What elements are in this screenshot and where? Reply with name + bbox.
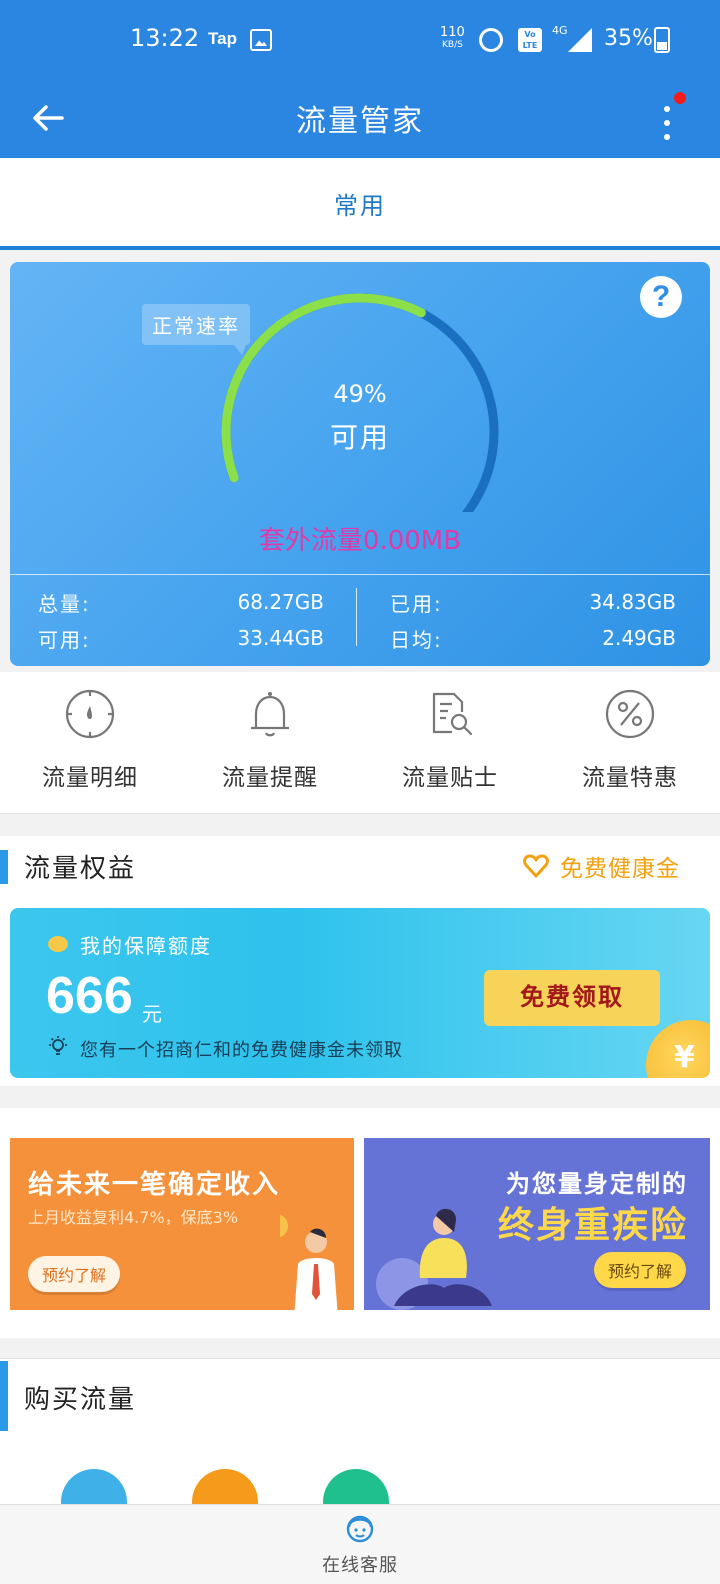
promo-title: 给未来一笔确定收入 (28, 1170, 281, 1200)
promo-title: 为您量身定制的 (506, 1170, 688, 1198)
top-bar: 13:22 Tap 110 KB/S Vo LTE 4G 35% 流量管家 (0, 0, 720, 158)
section-title-buy: 购买流量 (24, 1385, 137, 1415)
promo-insurance-banner[interactable]: 为您量身定制的 终身重疾险 预约了解 (364, 1138, 710, 1310)
action-usage-deals[interactable]: 流量特惠 (540, 686, 720, 792)
free-health-fund-label: 免费健康金 (560, 856, 680, 882)
tab-bar: 常用 (0, 158, 720, 250)
stat-used-value: 34.83GB (589, 590, 676, 614)
free-health-fund-link[interactable]: 免费健康金 (522, 849, 680, 883)
available-label: 可用 (329, 421, 390, 454)
section-marker (0, 850, 8, 884)
bell-icon (251, 692, 289, 737)
customer-service-bar[interactable]: 在线客服 (0, 1504, 720, 1584)
status-bar: 13:22 Tap 110 KB/S Vo LTE 4G 35% (0, 0, 720, 80)
action-label: 流量贴士 (402, 765, 498, 791)
section-marker (0, 1361, 8, 1431)
promo-book-button[interactable]: 预约了解 (28, 1256, 121, 1292)
usage-card: ? 正常速率 49% 可用 套外流量0.00MB 总量: 68.27GB 已用:… (10, 262, 710, 666)
document-search-icon (432, 692, 473, 736)
woman-illustration (376, 1208, 492, 1310)
speed-status-tip: 正常速率 (142, 304, 250, 355)
coin-decoration: ¥ (646, 1020, 710, 1078)
app-bar: 流量管家 (0, 80, 720, 158)
promo-book-button[interactable]: 预约了解 (593, 1252, 686, 1288)
percent-icon (605, 689, 655, 739)
businessman-illustration: ¥ (280, 1214, 338, 1310)
claim-free-button[interactable]: 免费领取 (484, 970, 660, 1026)
divider (10, 574, 710, 575)
stat-daily-label: 日均: (390, 628, 443, 652)
action-label: 流量特惠 (582, 765, 678, 791)
tap-app-icon: Tap (208, 29, 237, 48)
coin-icon (48, 936, 68, 952)
coverage-unit: 元 (142, 1002, 162, 1026)
more-menu-icon[interactable] (652, 92, 686, 144)
stat-available-label: 可用: (38, 628, 91, 652)
battery-percent: 35% (604, 26, 653, 51)
stat-total-label: 总量: (38, 592, 91, 616)
promo-income-banner[interactable]: 给未来一笔确定收入 上月收益复利4.7%，保底3% 预约了解 ¥ (10, 1138, 354, 1310)
customer-service-label: 在线客服 (322, 1555, 398, 1576)
alarm-icon (479, 28, 503, 52)
gallery-notification-icon (250, 29, 272, 51)
stats-divider (356, 588, 357, 646)
action-usage-alert[interactable]: 流量提醒 (180, 686, 360, 792)
stat-total-value: 68.27GB (237, 590, 324, 614)
action-label: 流量提醒 (222, 765, 318, 791)
battery-icon (654, 27, 670, 53)
promo-subtitle: 上月收益复利4.7%，保底3% (28, 1208, 239, 1227)
overflow-usage: 套外流量0.00MB (258, 526, 462, 556)
promo-banners: 给未来一笔确定收入 上月收益复利4.7%，保底3% 预约了解 ¥ 为您量身定制的… (0, 1108, 720, 1338)
stat-available-value: 33.44GB (237, 626, 324, 650)
coverage-label: 我的保障额度 (80, 934, 212, 958)
coverage-amount: 666 (46, 967, 133, 1025)
buy-section: 购买流量 (0, 1358, 720, 1535)
status-time: 13:22 (130, 24, 200, 52)
coverage-card[interactable]: 我的保障额度 666 元 您有一个招商仁和的免费健康金未领取 免费领取 ¥ (10, 908, 710, 1078)
section-title-rights: 流量权益 (24, 854, 137, 884)
volte-icon: Vo LTE (518, 28, 542, 52)
network-speed: 110 KB/S (440, 25, 465, 50)
stat-used-label: 已用: (390, 592, 443, 616)
notification-dot (674, 92, 686, 104)
action-label: 流量明细 (42, 765, 138, 791)
coverage-note: 您有一个招商仁和的免费健康金未领取 (80, 1040, 403, 1061)
coin-symbol: ¥ (674, 1040, 695, 1075)
compass-icon (65, 689, 115, 739)
tab-common[interactable]: 常用 (0, 186, 720, 221)
rights-section: 流量权益 免费健康金 我的保障额度 666 元 您有一个招商仁和的免费健康金未领… (0, 836, 720, 1086)
heart-icon (523, 854, 549, 878)
available-percent: 49% (333, 380, 387, 408)
customer-service-icon (346, 1515, 374, 1543)
quick-actions: 流量明细 流量提醒 流量贴士 流量特惠 (0, 672, 720, 814)
page-title: 流量管家 (296, 104, 424, 139)
lightbulb-icon (49, 1036, 67, 1055)
stat-daily-value: 2.49GB (602, 626, 676, 650)
promo-highlight: 终身重疾险 (497, 1205, 688, 1246)
action-usage-detail[interactable]: 流量明细 (0, 686, 180, 792)
signal-icon (568, 28, 592, 52)
action-usage-tips[interactable]: 流量贴士 (360, 686, 540, 792)
network-type: 4G (552, 24, 568, 37)
help-icon[interactable]: ? (640, 276, 682, 318)
